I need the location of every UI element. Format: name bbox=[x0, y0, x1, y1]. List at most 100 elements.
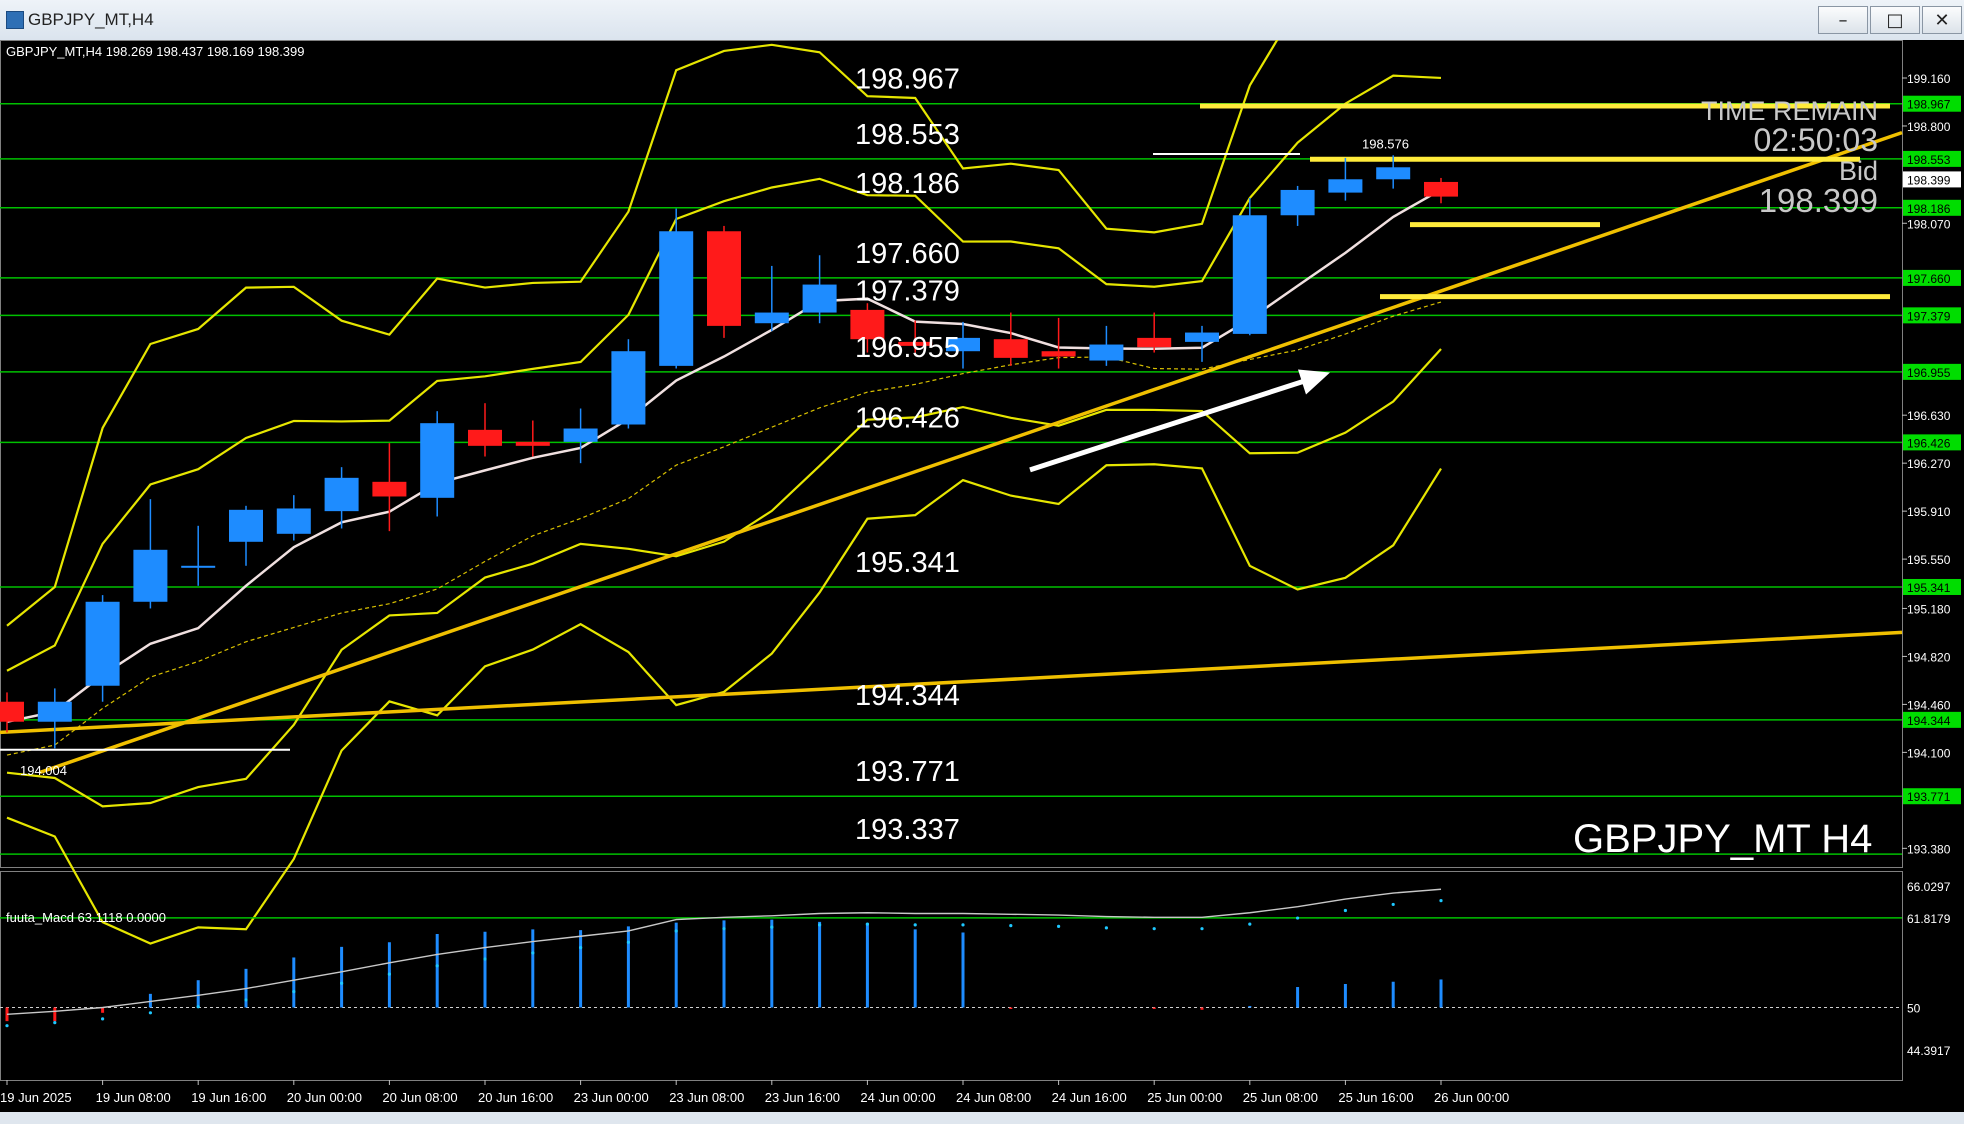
level-label: 196.426 bbox=[855, 402, 960, 434]
window-titlebar: GBPJPY_MT,H4 – □ ✕ bbox=[0, 0, 1964, 41]
macd-axis-label: 66.0297 bbox=[1907, 880, 1951, 894]
high-label: 198.576 bbox=[1362, 137, 1409, 152]
macd-axis-label: 44.3917 bbox=[1907, 1044, 1951, 1058]
time-axis-label: 20 Jun 16:00 bbox=[478, 1090, 553, 1105]
time-axis-label: 19 Jun 08:00 bbox=[96, 1090, 171, 1105]
candle-body bbox=[1137, 337, 1172, 348]
price-axis-label: 196.630 bbox=[1907, 409, 1951, 423]
macd-dot bbox=[770, 925, 774, 929]
level-label: 193.337 bbox=[855, 814, 960, 846]
close-button[interactable]: ✕ bbox=[1922, 6, 1962, 34]
envelope-band-line bbox=[6, 74, 1442, 672]
minimize-button[interactable]: – bbox=[1818, 6, 1868, 34]
candle-body bbox=[1280, 189, 1315, 216]
price-tag-label: 196.955 bbox=[1907, 366, 1951, 380]
macd-dot bbox=[1248, 922, 1252, 926]
level-label: 198.553 bbox=[855, 119, 960, 151]
macd-dot bbox=[1439, 899, 1443, 903]
time-axis-label: 19 Jun 16:00 bbox=[191, 1090, 266, 1105]
price-tag-label: 198.553 bbox=[1907, 153, 1951, 167]
moving-average-dashed bbox=[6, 301, 1442, 756]
price-chart[interactable]: 198.967 198.553 198.186 197.660 197.379 196.9… bbox=[0, 0, 1964, 1112]
price-tag-label: 197.379 bbox=[1907, 309, 1951, 323]
level-label: 197.660 bbox=[855, 238, 960, 270]
candle-body bbox=[802, 284, 837, 313]
candle-body bbox=[1041, 351, 1076, 357]
restore-button[interactable]: □ bbox=[1870, 6, 1920, 34]
candle-body bbox=[1424, 181, 1458, 197]
candle-body bbox=[133, 549, 168, 602]
time-axis-label: 23 Jun 16:00 bbox=[765, 1090, 840, 1105]
candle-body bbox=[0, 701, 24, 722]
envelope-band-line bbox=[6, 348, 1442, 808]
price-tag-label: 197.660 bbox=[1907, 272, 1951, 286]
status-strip bbox=[0, 1112, 1964, 1124]
low-label: 194.004 bbox=[20, 763, 67, 778]
time-axis-label: 25 Jun 08:00 bbox=[1243, 1090, 1318, 1105]
macd-dot bbox=[674, 929, 678, 933]
time-axis-label: 19 Jun 2025 bbox=[0, 1090, 72, 1105]
candle-body bbox=[563, 428, 598, 442]
time-axis-label: 24 Jun 08:00 bbox=[956, 1090, 1031, 1105]
level-label: 198.186 bbox=[855, 168, 960, 200]
candle-body bbox=[611, 351, 646, 425]
trend-line bbox=[39, 130, 1903, 775]
price-axis-label: 195.180 bbox=[1907, 602, 1951, 616]
chart-header: GBPJPY_MT,H4 198.269 198.437 198.169 198… bbox=[6, 44, 305, 59]
candle-body bbox=[1185, 332, 1219, 342]
candle-body bbox=[37, 701, 72, 722]
candle-body bbox=[468, 429, 502, 446]
time-axis-label: 20 Jun 08:00 bbox=[382, 1090, 457, 1105]
candle-body bbox=[754, 312, 789, 324]
price-tag-label: 198.186 bbox=[1907, 202, 1951, 216]
candle-body bbox=[229, 509, 263, 542]
price-axis-label: 194.820 bbox=[1907, 650, 1951, 664]
macd-dot bbox=[1009, 924, 1013, 928]
arrow-head-icon bbox=[1298, 369, 1330, 395]
price-axis-label: 194.460 bbox=[1907, 698, 1951, 712]
time-remain-value: 02:50:03 bbox=[1753, 122, 1878, 158]
macd-header: fuuta_Macd 63.1118 0.0000 bbox=[6, 910, 166, 925]
price-axis-label: 199.160 bbox=[1907, 72, 1951, 86]
macd-dot bbox=[579, 946, 583, 950]
macd-dot bbox=[435, 964, 439, 968]
candle-body bbox=[993, 339, 1028, 358]
macd-dot bbox=[53, 1021, 57, 1025]
symbol-watermark: GBPJPY_MT H4 bbox=[1573, 817, 1872, 861]
macd-dot bbox=[244, 998, 248, 1002]
window-title: GBPJPY_MT,H4 bbox=[28, 10, 154, 29]
level-label: 193.771 bbox=[855, 756, 960, 788]
price-axis-label: 198.800 bbox=[1907, 120, 1951, 134]
level-label: 197.379 bbox=[855, 275, 960, 307]
main-plot-frame bbox=[0, 40, 1903, 868]
time-axis-label: 20 Jun 00:00 bbox=[287, 1090, 362, 1105]
macd-dot bbox=[913, 923, 917, 927]
candle-body bbox=[1328, 179, 1363, 193]
candle-body bbox=[324, 477, 359, 512]
time-axis-label: 25 Jun 16:00 bbox=[1338, 1090, 1413, 1105]
macd-dot bbox=[5, 1024, 9, 1028]
macd-dot bbox=[196, 1005, 200, 1009]
level-label: 198.967 bbox=[855, 64, 960, 96]
candle-body bbox=[1089, 344, 1124, 361]
price-axis-label: 193.380 bbox=[1907, 842, 1951, 856]
macd-dot bbox=[1152, 927, 1156, 931]
macd-axis-label: 61.8179 bbox=[1907, 912, 1951, 926]
candle-body bbox=[659, 231, 694, 366]
price-tag-label: 194.344 bbox=[1907, 714, 1951, 728]
level-label: 194.344 bbox=[855, 680, 960, 712]
macd-axis-label: 50 bbox=[1907, 1001, 1921, 1015]
time-axis-label: 25 Jun 00:00 bbox=[1147, 1090, 1222, 1105]
macd-plot-frame bbox=[0, 871, 1903, 1081]
level-label: 195.341 bbox=[855, 547, 960, 579]
macd-dot bbox=[148, 1011, 152, 1015]
price-tag-label: 195.341 bbox=[1907, 581, 1951, 595]
macd-dot bbox=[531, 951, 535, 955]
macd-dot bbox=[387, 972, 391, 976]
time-axis-label: 24 Jun 00:00 bbox=[860, 1090, 935, 1105]
price-tag-label: 198.967 bbox=[1907, 98, 1951, 112]
direction-arrow bbox=[1029, 376, 1311, 473]
macd-dot bbox=[101, 1017, 105, 1021]
candle-body bbox=[1232, 215, 1267, 334]
chart-window[interactable]: 198.967 198.553 198.186 197.660 197.379 196.9… bbox=[0, 0, 1964, 1112]
